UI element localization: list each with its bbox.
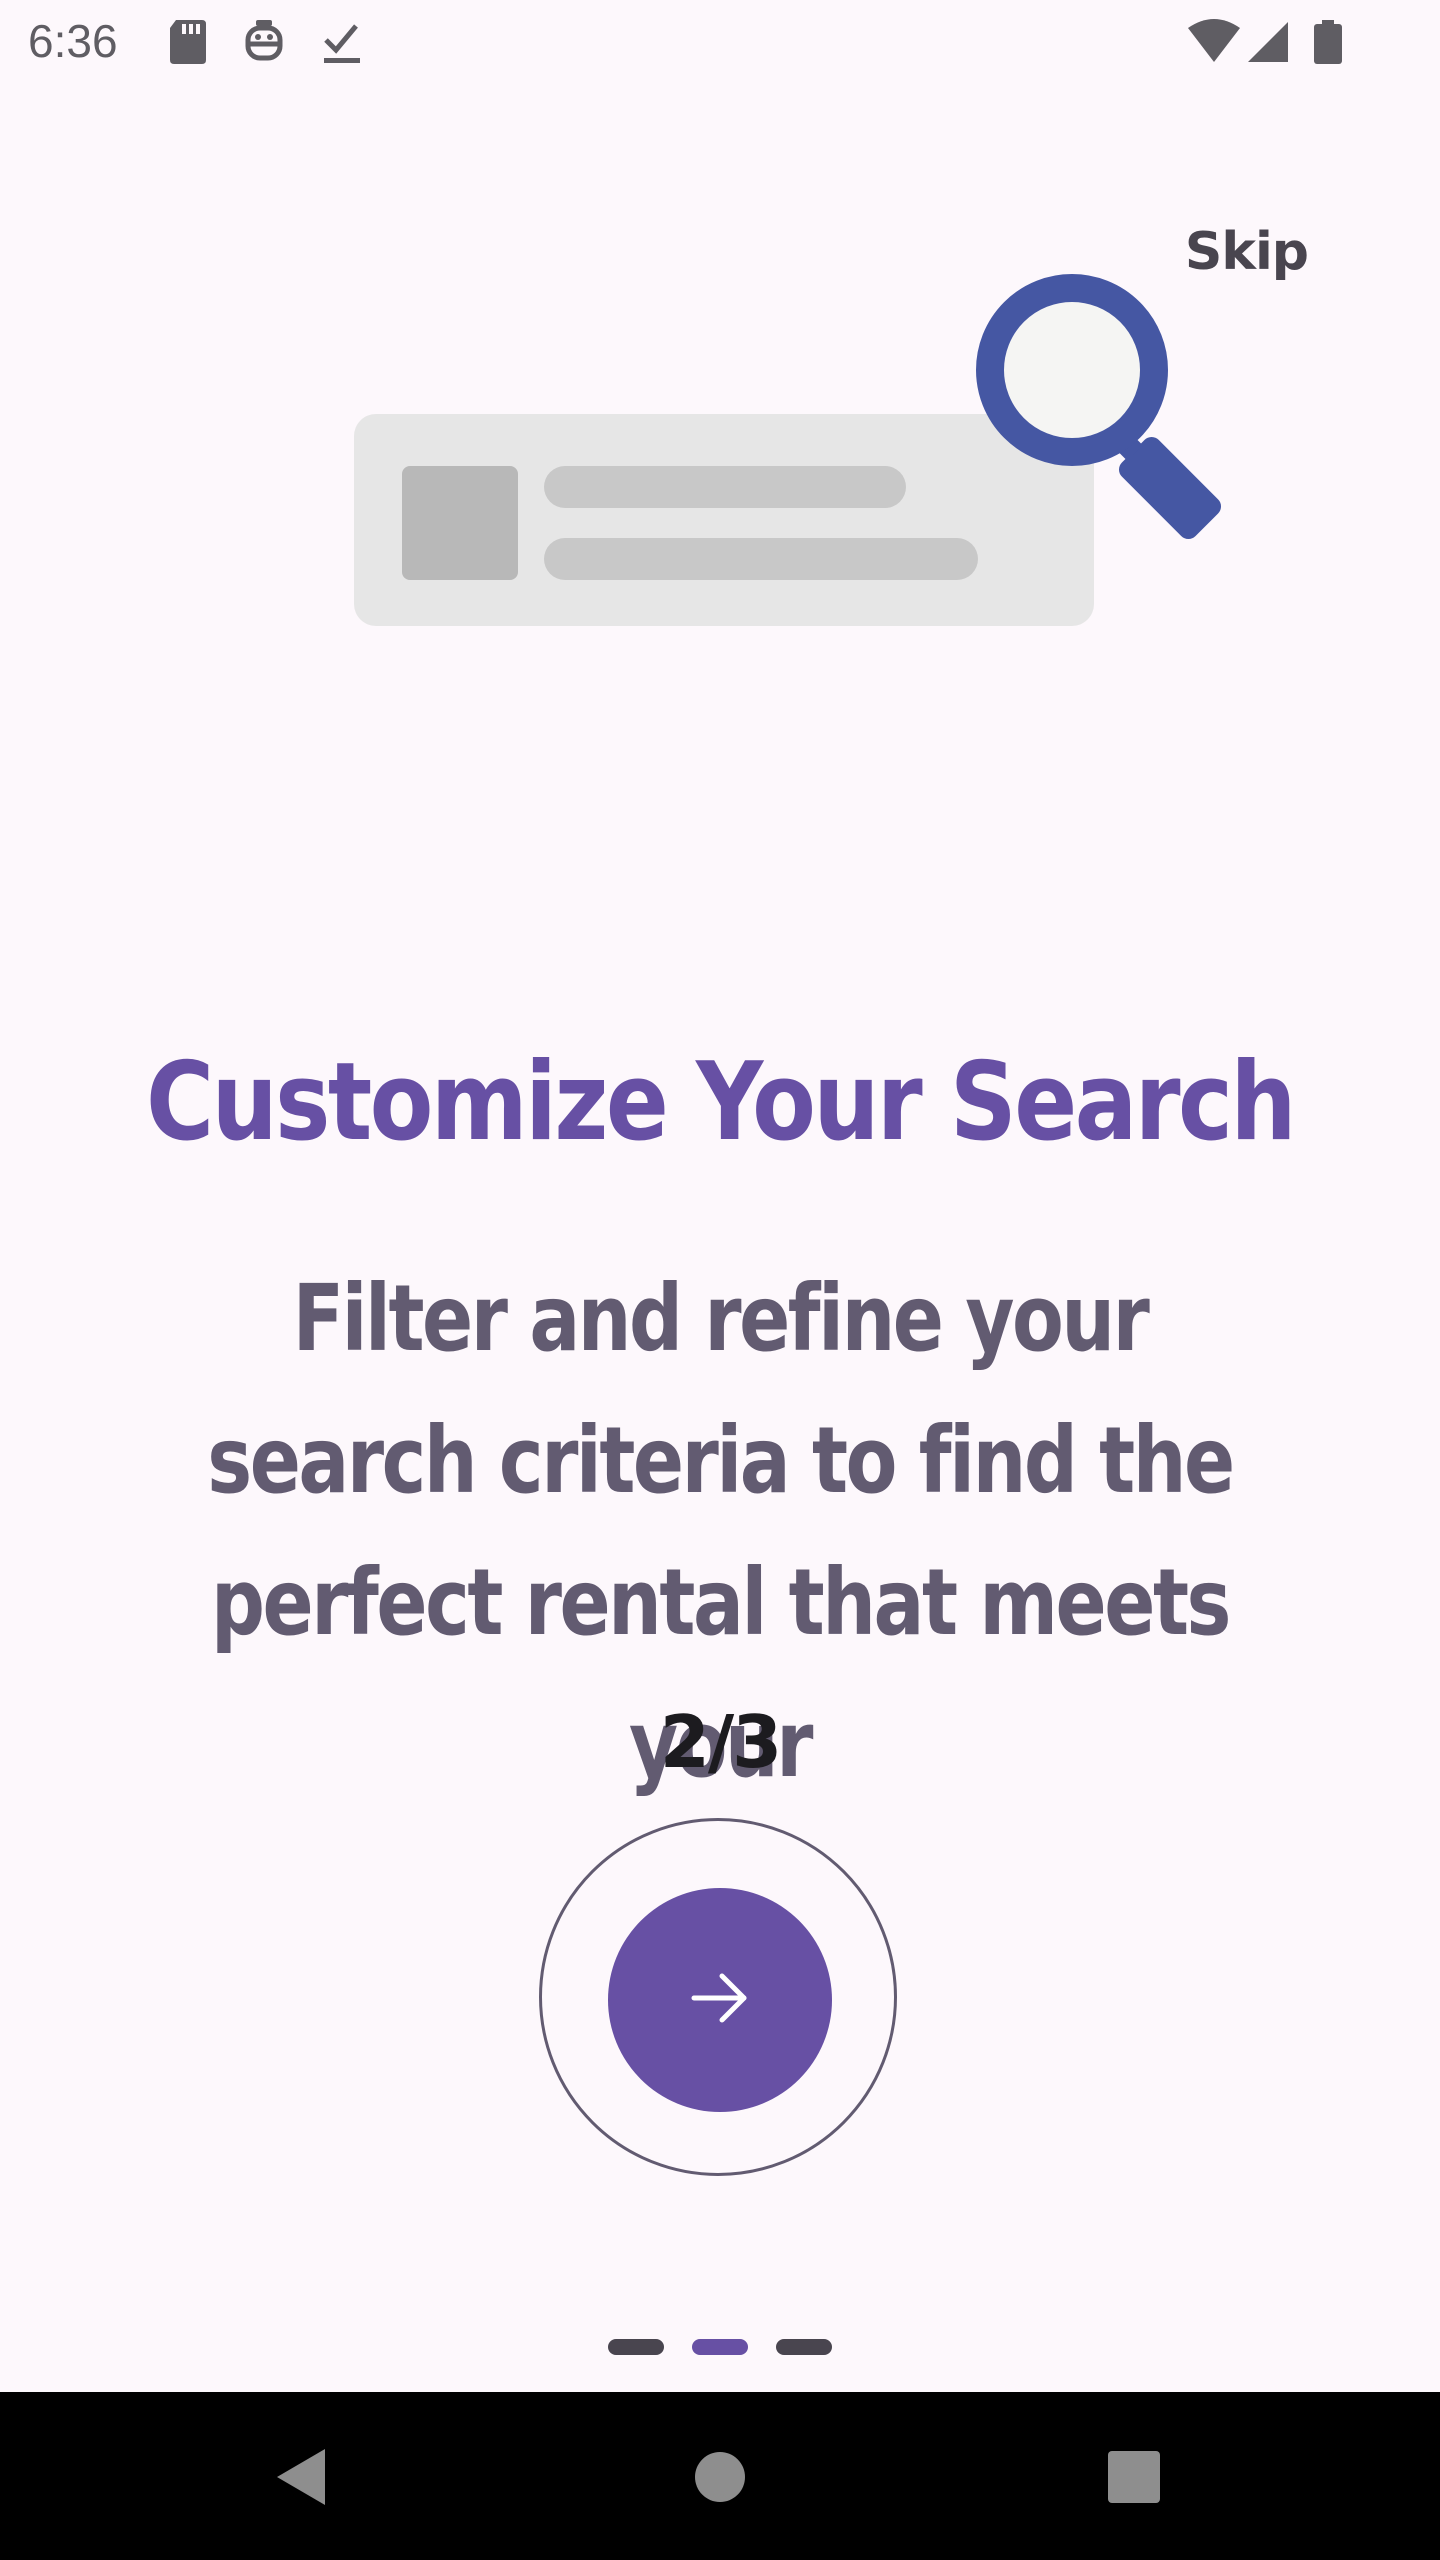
next-button[interactable] bbox=[608, 1888, 832, 2112]
sd-card-icon bbox=[166, 18, 210, 66]
battery-icon bbox=[1312, 18, 1344, 66]
page-indicator-2[interactable] bbox=[692, 2339, 748, 2355]
wifi-icon bbox=[1186, 18, 1242, 66]
cellular-signal-icon bbox=[1244, 18, 1292, 66]
arrow-right-icon bbox=[688, 1966, 752, 2035]
recents-icon[interactable] bbox=[1089, 2432, 1179, 2522]
accessibility-icon bbox=[242, 18, 286, 66]
status-bar: 6:36 bbox=[0, 0, 1440, 84]
back-icon[interactable] bbox=[256, 2432, 346, 2522]
home-icon[interactable] bbox=[675, 2432, 765, 2522]
page-indicator-3[interactable] bbox=[776, 2339, 832, 2355]
search-result-card bbox=[354, 414, 1094, 626]
onboarding-screen: 6:36 Skip Customize Your Search Filter a… bbox=[0, 0, 1440, 2560]
onboarding-illustration bbox=[350, 270, 1250, 650]
status-time: 6:36 bbox=[28, 15, 118, 67]
page-indicator-1[interactable] bbox=[608, 2339, 664, 2355]
page-counter: 2/3 bbox=[659, 1700, 783, 1784]
onboarding-title: Customize Your Search bbox=[146, 1040, 1297, 1165]
download-done-icon bbox=[320, 18, 364, 66]
navigation-bar bbox=[0, 2392, 1440, 2560]
